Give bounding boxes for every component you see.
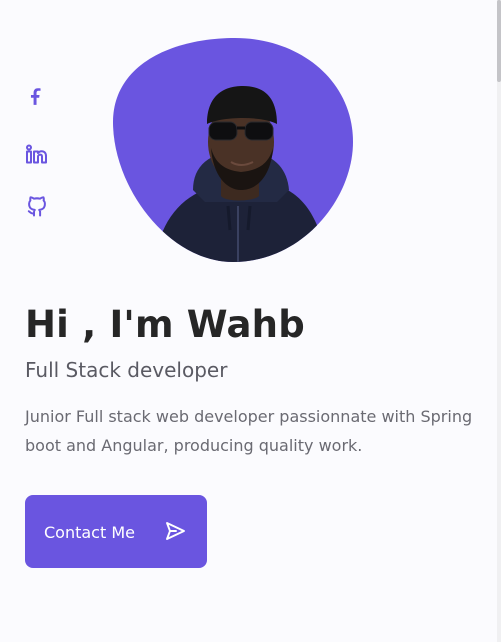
profile-blob	[113, 38, 353, 262]
facebook-link[interactable]	[24, 86, 50, 112]
send-icon	[164, 520, 186, 542]
scrollbar-track[interactable]	[497, 0, 501, 642]
scrollbar-thumb[interactable]	[497, 0, 501, 82]
facebook-icon	[24, 86, 50, 112]
profile-photo	[113, 38, 353, 262]
intro-description: Junior Full stack web developer passionn…	[25, 407, 473, 455]
linkedin-link[interactable]	[24, 142, 50, 168]
contact-me-label: Contact Me	[44, 523, 135, 542]
github-link[interactable]	[24, 194, 50, 220]
github-icon	[24, 194, 50, 220]
contact-me-button[interactable]: Contact Me	[25, 495, 207, 568]
page-subtitle: Full Stack developer	[25, 358, 228, 382]
page-title: Hi , I'm Wahb	[25, 303, 305, 346]
linkedin-icon	[24, 142, 50, 168]
